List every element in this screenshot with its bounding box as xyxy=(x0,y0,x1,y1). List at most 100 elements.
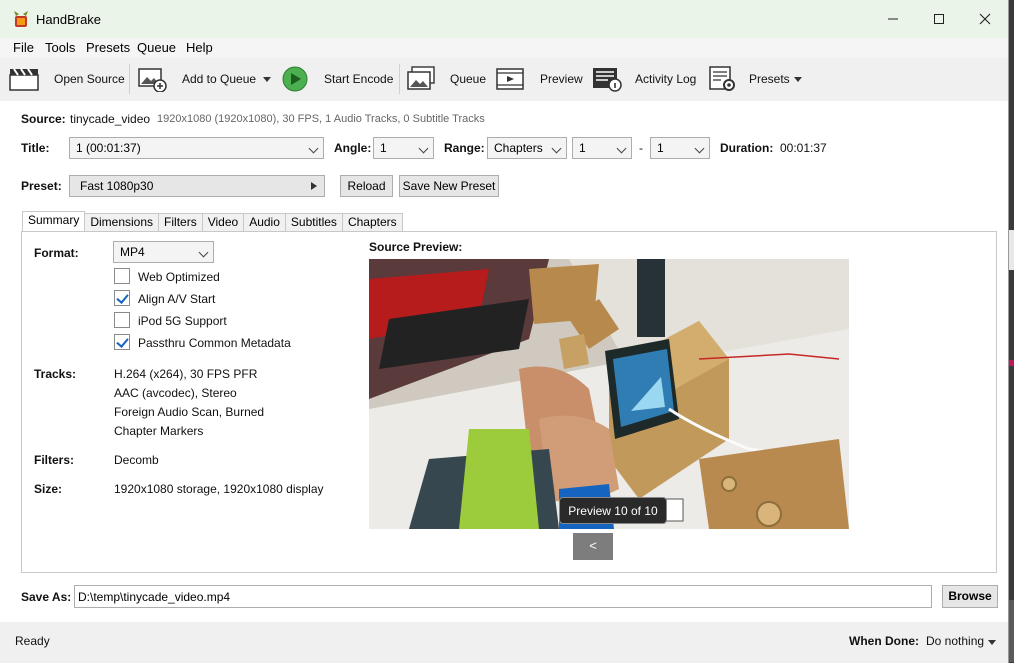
range-end-value: 1 xyxy=(657,141,664,155)
chevron-down-icon xyxy=(418,143,429,154)
minimize-button[interactable] xyxy=(870,0,916,38)
status-bar: Ready When Done: Do nothing xyxy=(0,622,1008,663)
tab-dimensions[interactable]: Dimensions xyxy=(84,213,160,231)
toolbar: Open Source Add to Queue Start Encode Qu… xyxy=(0,58,1008,102)
duration-value: 00:01:37 xyxy=(780,141,827,155)
tab-video[interactable]: Video xyxy=(201,213,245,231)
status-text: Ready xyxy=(15,634,50,648)
chevron-down-icon xyxy=(616,143,627,154)
chevron-right-icon xyxy=(311,182,317,190)
track-item: AAC (avcodec), Stereo xyxy=(114,386,237,400)
align-av-start-checkbox[interactable] xyxy=(114,290,130,306)
passthru-metadata-label: Passthru Common Metadata xyxy=(138,336,291,350)
play-icon xyxy=(282,66,308,92)
format-select-value: MP4 xyxy=(120,245,145,259)
activity-log-label: Activity Log xyxy=(635,72,697,86)
save-as-label: Save As: xyxy=(21,590,72,604)
menu-tools[interactable]: Tools xyxy=(45,40,75,55)
tab-summary[interactable]: Summary xyxy=(22,211,86,231)
queue-images-icon xyxy=(407,66,435,90)
when-done-label: When Done: xyxy=(849,634,919,648)
range-mode-value: Chapters xyxy=(494,141,543,155)
handbrake-logo-icon xyxy=(14,11,28,27)
passthru-metadata-checkbox[interactable] xyxy=(114,334,130,350)
presets-label: Presets xyxy=(749,72,790,86)
web-optimized-label: Web Optimized xyxy=(138,270,220,284)
save-as-input[interactable]: D:\temp\tinycade_video.mp4 xyxy=(74,585,932,608)
track-item: Foreign Audio Scan, Burned xyxy=(114,405,265,419)
menu-bar: File Tools Presets Queue Help xyxy=(0,38,1008,58)
tab-audio[interactable]: Audio xyxy=(243,213,286,231)
track-item: H.264 (x264), 30 FPS PFR xyxy=(114,367,258,381)
angle-select-value: 1 xyxy=(380,141,387,155)
chevron-down-icon xyxy=(308,143,319,154)
menu-help[interactable]: Help xyxy=(186,40,213,55)
range-start-select[interactable]: 1 xyxy=(572,137,632,159)
chevron-down-icon xyxy=(794,77,802,82)
minimize-icon xyxy=(888,18,898,20)
source-info: 1920x1080 (1920x1080), 30 FPS, 1 Audio T… xyxy=(157,113,485,125)
close-button[interactable] xyxy=(962,0,1008,38)
when-done-select[interactable]: Do nothing xyxy=(926,632,998,650)
range-start-value: 1 xyxy=(579,141,586,155)
filters-value: Decomb xyxy=(114,453,159,467)
browse-button[interactable]: Browse xyxy=(942,585,998,608)
ipod-support-checkbox[interactable] xyxy=(114,312,130,328)
tab-filters[interactable]: Filters xyxy=(158,213,203,231)
tab-subtitles[interactable]: Subtitles xyxy=(284,213,343,231)
preview-label: Preview xyxy=(540,72,583,86)
reload-button[interactable]: Reload xyxy=(340,175,393,197)
preset-label: Preset: xyxy=(21,179,62,193)
chevron-down-icon xyxy=(198,247,209,258)
format-select[interactable]: MP4 xyxy=(113,241,214,263)
handbrake-window: HandBrake File Tools Presets Queue Help … xyxy=(0,0,1009,663)
save-new-preset-button[interactable]: Save New Preset xyxy=(399,175,499,197)
format-label: Format: xyxy=(34,246,79,260)
add-to-queue-label: Add to Queue xyxy=(182,72,257,86)
chevron-down-icon xyxy=(988,640,996,645)
start-encode-label: Start Encode xyxy=(324,72,394,86)
close-icon xyxy=(979,13,991,25)
track-item: Chapter Markers xyxy=(114,424,204,438)
source-label: Source: xyxy=(21,112,66,126)
duration-label: Duration: xyxy=(720,141,774,155)
maximize-icon xyxy=(934,14,944,24)
ipod-support-label: iPod 5G Support xyxy=(138,314,227,328)
maximize-button[interactable] xyxy=(916,0,962,38)
range-end-select[interactable]: 1 xyxy=(650,137,710,159)
settings-tabs: Summary Dimensions Filters Video Audio S… xyxy=(22,211,403,232)
menu-file[interactable]: File xyxy=(13,40,34,55)
web-optimized-checkbox[interactable] xyxy=(114,268,130,284)
range-mode-select[interactable]: Chapters xyxy=(487,137,567,159)
menu-presets[interactable]: Presets xyxy=(86,40,130,55)
tab-chapters[interactable]: Chapters xyxy=(341,213,403,231)
clapperboard-icon xyxy=(9,68,39,91)
preview-previous-button[interactable]: < xyxy=(573,533,613,560)
range-label: Range: xyxy=(444,141,485,155)
align-av-start-label: Align A/V Start xyxy=(138,292,216,306)
source-preview-image xyxy=(369,259,849,529)
tracks-label: Tracks: xyxy=(34,367,77,381)
angle-label: Angle: xyxy=(334,141,372,155)
chevron-down-icon xyxy=(694,143,705,154)
preset-selector[interactable]: Fast 1080p30 xyxy=(69,175,325,197)
chevron-down-icon xyxy=(551,143,562,154)
source-name: tinycade_video xyxy=(70,112,151,126)
angle-select[interactable]: 1 xyxy=(373,137,434,159)
add-image-icon xyxy=(138,68,167,92)
preview-counter-badge: Preview 10 of 10 xyxy=(559,497,667,524)
source-preview-label: Source Preview: xyxy=(369,240,463,254)
window-title: HandBrake xyxy=(36,12,102,27)
chevron-down-icon xyxy=(263,77,271,82)
title-label: Title: xyxy=(21,141,50,155)
open-source-label: Open Source xyxy=(54,72,125,86)
title-select[interactable]: 1 (00:01:37) xyxy=(69,137,324,159)
filters-label: Filters: xyxy=(34,453,75,467)
presets-settings-icon xyxy=(709,66,735,91)
title-select-value: 1 (00:01:37) xyxy=(76,141,141,155)
title-bar: HandBrake xyxy=(0,0,1008,38)
menu-queue[interactable]: Queue xyxy=(137,40,176,55)
range-dash: - xyxy=(639,141,643,155)
when-done-value: Do nothing xyxy=(926,634,985,648)
film-strip-icon xyxy=(496,68,524,90)
